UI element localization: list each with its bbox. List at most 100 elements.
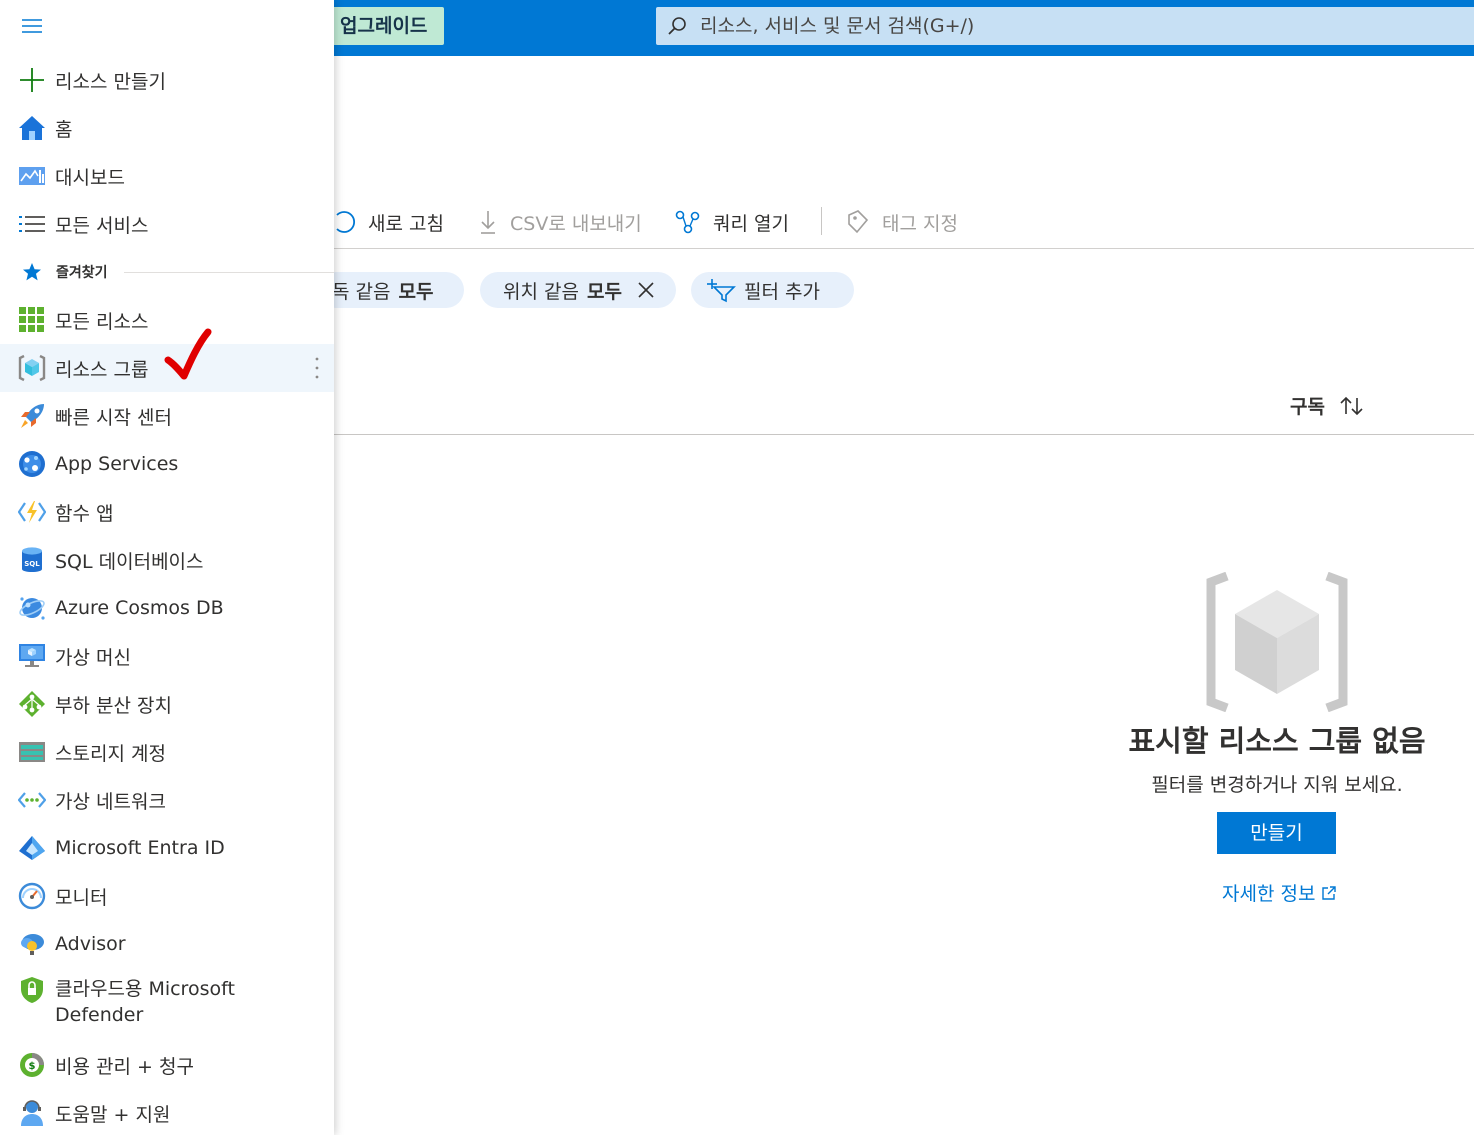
sidebar-item-storage-accounts[interactable]: 스토리지 계정 bbox=[0, 728, 334, 776]
sidebar-item-home[interactable]: 홈 bbox=[0, 104, 334, 152]
assign-tags-label: 태그 지정 bbox=[882, 212, 958, 235]
search-icon bbox=[668, 17, 686, 35]
external-link-icon bbox=[1322, 885, 1337, 900]
app-services-icon bbox=[19, 451, 45, 477]
list-icon bbox=[19, 216, 45, 232]
sidebar-item-advisor[interactable]: Advisor bbox=[0, 920, 334, 968]
sidebar-item-virtual-networks[interactable]: 가상 네트워크 bbox=[0, 776, 334, 824]
sidebar-item-label: 빠른 시작 센터 bbox=[55, 406, 172, 429]
load-balancer-icon bbox=[19, 691, 45, 717]
sidebar-item-quickstart-center[interactable]: 빠른 시작 센터 bbox=[0, 392, 334, 440]
sidebar-item-all-services[interactable]: 모든 서비스 bbox=[0, 200, 334, 248]
sidebar-item-label: 함수 앱 bbox=[55, 502, 114, 525]
query-icon bbox=[675, 210, 700, 234]
rocket-icon bbox=[21, 404, 44, 428]
help-support-icon bbox=[21, 1100, 43, 1126]
favorites-header: 즐겨찾기 bbox=[0, 258, 334, 286]
sidebar-item-help-support[interactable]: 도움말 + 지원 bbox=[0, 1089, 334, 1135]
sidebar-item-label: 리소스 그룹 bbox=[55, 358, 149, 381]
defender-icon bbox=[21, 977, 43, 1003]
close-icon[interactable] bbox=[636, 280, 656, 300]
subscription-filter-label: 독 같음 bbox=[332, 280, 391, 303]
sidebar-item-label: Azure Cosmos DB bbox=[55, 597, 224, 619]
empty-state-title: 표시할 리소스 그룹 없음 bbox=[1128, 724, 1426, 758]
command-bar: 새로 고침 CSV로 내보내기 쿼리 열기 태그 지정 bbox=[334, 200, 1474, 244]
sql-database-icon: SQL bbox=[22, 547, 42, 572]
sidebar-item-label: 가상 네트워크 bbox=[55, 790, 166, 813]
sidebar-item-dashboard[interactable]: 대시보드 bbox=[0, 152, 334, 200]
home-icon bbox=[19, 116, 45, 140]
open-query-label: 쿼리 열기 bbox=[713, 212, 789, 235]
sidebar-item-entra-id[interactable]: Microsoft Entra ID bbox=[0, 824, 334, 872]
red-checkmark-annotation bbox=[164, 328, 212, 380]
resource-group-icon bbox=[18, 354, 46, 382]
refresh-icon bbox=[336, 211, 356, 233]
subscription-column-label: 구독 bbox=[1290, 396, 1325, 418]
add-filter-pill[interactable]: 필터 추가 bbox=[691, 272, 854, 308]
more-options-icon[interactable] bbox=[314, 356, 320, 380]
sidebar-item-sql-database[interactable]: SQL SQL 데이터베이스 bbox=[0, 536, 334, 584]
learn-more-link[interactable]: 자세한 정보 bbox=[1222, 879, 1337, 906]
location-filter-pill[interactable]: 위치 같음 모두 bbox=[480, 272, 676, 308]
favorites-header-label: 즐겨찾기 bbox=[56, 265, 108, 281]
storage-icon bbox=[19, 742, 45, 762]
subscription-filter-pill[interactable]: 독 같음 모두 bbox=[318, 272, 464, 308]
sidebar-item-monitor[interactable]: 모니터 bbox=[0, 872, 334, 920]
sidebar-item-load-balancers[interactable]: 부하 분산 장치 bbox=[0, 680, 334, 728]
sidebar-item-label: 홈 bbox=[55, 118, 73, 141]
virtual-network-icon bbox=[18, 792, 46, 808]
portal-menu: 리소스 만들기 홈 대시보드 모든 서비스 즐겨찾기 모든 리소스 리소스 그룹… bbox=[0, 0, 334, 1135]
refresh-button[interactable]: 새로 고침 bbox=[334, 206, 444, 238]
toolbar-separator bbox=[821, 207, 822, 235]
sidebar-item-virtual-machines[interactable]: 가상 머신 bbox=[0, 632, 334, 680]
sidebar-item-label: SQL 데이터베이스 bbox=[55, 550, 204, 573]
create-button[interactable]: 만들기 bbox=[1217, 812, 1336, 854]
sidebar-item-label: 모니터 bbox=[55, 886, 108, 909]
sidebar-item-label: 모든 리소스 bbox=[55, 310, 149, 333]
sidebar-item-app-services[interactable]: App Services bbox=[0, 440, 334, 488]
subscription-column-header[interactable]: 구독 bbox=[1290, 392, 1365, 419]
table-header-divider bbox=[334, 434, 1474, 435]
sidebar-item-label: Advisor bbox=[55, 933, 126, 955]
tag-icon bbox=[848, 210, 869, 234]
upgrade-button[interactable]: 업그레이드 bbox=[332, 7, 444, 45]
monitor-icon bbox=[18, 882, 46, 910]
sidebar-item-label: 리소스 만들기 bbox=[55, 70, 166, 93]
sidebar-item-label: 부하 분산 장치 bbox=[55, 694, 172, 717]
search-input[interactable] bbox=[700, 7, 1440, 45]
hamburger-menu-icon[interactable] bbox=[20, 14, 44, 38]
cost-management-icon: $ bbox=[20, 1053, 44, 1077]
star-icon bbox=[23, 263, 41, 281]
global-search[interactable] bbox=[656, 7, 1474, 45]
sidebar-item-label: 도움말 + 지원 bbox=[55, 1103, 171, 1126]
plus-icon bbox=[20, 68, 44, 92]
favorites-divider bbox=[124, 272, 334, 273]
sidebar-item-defender[interactable]: 클라우드용 Microsoft Defender bbox=[0, 970, 334, 1030]
cosmos-db-icon bbox=[19, 597, 45, 620]
sidebar-item-cost-management[interactable]: $ 비용 관리 + 청구 bbox=[0, 1041, 334, 1089]
empty-state-subtitle: 필터를 변경하거나 지워 보세요. bbox=[1151, 774, 1403, 796]
export-csv-button[interactable]: CSV로 내보내기 bbox=[478, 206, 642, 238]
sidebar-item-cosmos-db[interactable]: Azure Cosmos DB bbox=[0, 584, 334, 632]
download-icon bbox=[481, 211, 495, 234]
sidebar-item-create-resource[interactable]: 리소스 만들기 bbox=[0, 56, 334, 104]
export-csv-label: CSV로 내보내기 bbox=[510, 212, 642, 235]
advisor-icon bbox=[21, 934, 44, 955]
add-filter-label: 필터 추가 bbox=[744, 280, 820, 303]
assign-tags-button[interactable]: 태그 지정 bbox=[846, 206, 958, 238]
sidebar-item-label: 비용 관리 + 청구 bbox=[55, 1055, 194, 1078]
toolbar-divider bbox=[334, 248, 1474, 249]
sidebar-item-label: 스토리지 계정 bbox=[55, 742, 166, 765]
sidebar-item-function-app[interactable]: 함수 앱 bbox=[0, 488, 334, 536]
function-icon bbox=[18, 501, 46, 523]
sidebar-item-label: 가상 머신 bbox=[55, 646, 131, 669]
learn-more-label: 자세한 정보 bbox=[1222, 883, 1316, 905]
virtual-machine-icon bbox=[19, 644, 45, 667]
open-query-button[interactable]: 쿼리 열기 bbox=[675, 206, 789, 238]
sidebar-item-label: 모든 서비스 bbox=[55, 214, 149, 237]
sidebar-item-label: 클라우드용 Microsoft Defender bbox=[55, 978, 235, 1026]
subscription-filter-value: 모두 bbox=[398, 280, 434, 303]
sort-icon[interactable] bbox=[1339, 395, 1365, 417]
dashboard-icon bbox=[19, 167, 45, 185]
location-filter-value: 모두 bbox=[586, 280, 622, 303]
